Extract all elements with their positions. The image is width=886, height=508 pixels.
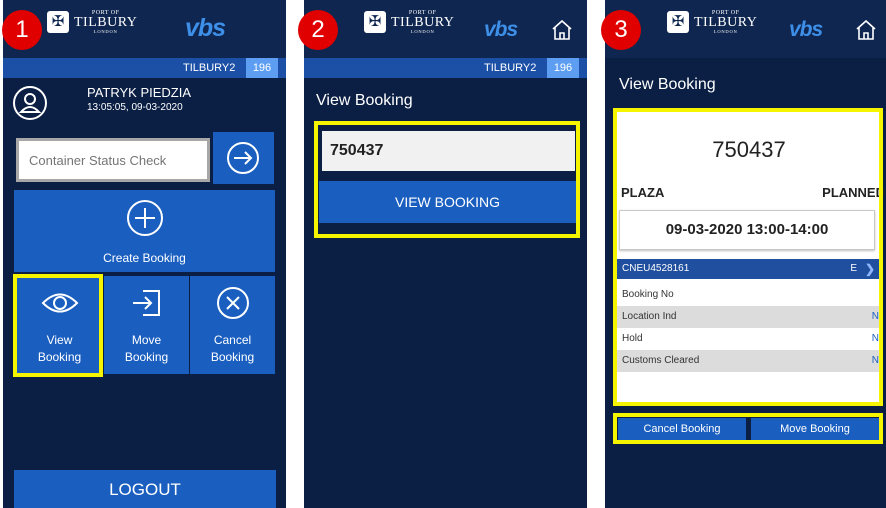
container-status-input[interactable] xyxy=(16,138,210,182)
eye-icon xyxy=(41,293,78,313)
view-booking-button[interactable]: View Booking xyxy=(16,276,103,374)
enter-box-icon xyxy=(132,290,160,316)
port-logo: ✠ PORT OF TILBURY LONDON xyxy=(667,10,757,35)
plus-circle-icon xyxy=(126,200,163,236)
detail-label: Hold xyxy=(622,333,643,344)
terminal-count: 196 xyxy=(547,58,579,78)
crest-icon: ✠ xyxy=(47,11,69,34)
detail-value: N xyxy=(871,311,879,322)
booking-number-input[interactable] xyxy=(322,131,575,171)
time-slot: 09-03-2020 13:00-14:00 xyxy=(619,210,875,250)
screen-view-booking-search: ✠ PORT OF TILBURY LONDON vbs TILBURY2 19… xyxy=(304,0,587,508)
step-badge-2: 2 xyxy=(298,10,338,50)
vbs-logo: vbs xyxy=(789,18,823,41)
vbs-logo: vbs xyxy=(484,18,518,41)
move-booking-button[interactable]: Move Booking xyxy=(104,276,189,374)
terminal-count: 196 xyxy=(246,58,278,78)
logo-line2: TILBURY xyxy=(694,15,758,30)
login-datetime: 13:05:05, 09-03-2020 xyxy=(87,102,183,113)
vbs-logo: vbs xyxy=(185,14,226,42)
booking-status: PLANNED xyxy=(822,185,885,200)
arrow-right-circle-icon xyxy=(227,142,259,174)
detail-row: Hold N xyxy=(617,328,881,350)
crest-icon: ✠ xyxy=(667,11,689,34)
cancel-booking-label-line1: Cancel xyxy=(213,333,252,347)
terminal-name: TILBURY2 xyxy=(183,62,236,74)
logout-button[interactable]: LOGOUT xyxy=(14,470,276,508)
status-check-go-button[interactable] xyxy=(213,132,274,184)
container-row[interactable]: CNEU4528161 E ❯ xyxy=(617,259,881,279)
logo-line2: TILBURY xyxy=(391,15,455,30)
move-booking-label-line1: Move xyxy=(131,333,162,347)
page-title: View Booking xyxy=(619,76,716,93)
terminal-name: TILBURY2 xyxy=(484,62,537,74)
home-icon[interactable] xyxy=(550,18,574,42)
logo-line3: LONDON xyxy=(410,29,435,34)
screen-booking-details: ✠ PORT OF TILBURY LONDON vbs View Bookin… xyxy=(605,0,886,508)
view-booking-label-line1: View xyxy=(46,333,73,347)
status-bar: TILBURY2 196 xyxy=(3,58,286,78)
detail-label: Booking No xyxy=(622,289,674,300)
chevron-right-icon[interactable]: ❯ xyxy=(865,259,875,279)
logo-line3: LONDON xyxy=(93,29,118,34)
crest-icon: ✠ xyxy=(364,11,386,34)
detail-value: N xyxy=(871,355,879,366)
app-header: ✠ PORT OF TILBURY LONDON vbs xyxy=(304,0,587,58)
port-logo: ✠ PORT OF TILBURY LONDON xyxy=(364,10,454,35)
create-booking-label: Create Booking xyxy=(103,251,186,265)
screen-home: ✠ PORT OF TILBURY LONDON vbs TILBURY2 19… xyxy=(3,0,286,508)
detail-row: Customs Cleared N xyxy=(617,350,881,372)
status-bar: TILBURY2 196 xyxy=(304,58,587,78)
booking-location: PLAZA xyxy=(621,185,665,200)
port-logo: ✠ PORT OF TILBURY LONDON xyxy=(47,10,137,35)
move-booking-label-line2: Booking xyxy=(124,350,169,364)
create-booking-button[interactable]: Create Booking xyxy=(14,190,275,272)
home-icon[interactable] xyxy=(854,18,878,42)
user-icon xyxy=(13,86,47,120)
booking-detail-card: 750437 PLAZA PLANNED 09-03-2020 13:00-14… xyxy=(617,112,885,402)
logo-line2: TILBURY xyxy=(74,15,138,30)
step-badge-1: 1 xyxy=(2,10,42,50)
cancel-booking-action-button[interactable]: Cancel Booking xyxy=(618,418,746,440)
booking-number: 750437 xyxy=(712,137,786,162)
view-booking-label-line2: Booking xyxy=(37,350,82,364)
container-number: CNEU4528161 xyxy=(622,263,690,274)
page-title: View Booking xyxy=(316,92,413,109)
detail-row: Booking No xyxy=(617,284,881,306)
x-circle-icon xyxy=(216,287,249,319)
app-header: ✠ PORT OF TILBURY LONDON vbs xyxy=(605,0,886,58)
user-name: PATRYK PIEDZIA xyxy=(87,85,192,100)
move-booking-action-button[interactable]: Move Booking xyxy=(751,418,879,440)
app-header: ✠ PORT OF TILBURY LONDON vbs xyxy=(3,0,286,58)
view-booking-submit-button[interactable]: VIEW BOOKING xyxy=(319,181,576,223)
container-type: E xyxy=(850,263,857,274)
step-badge-3: 3 xyxy=(601,10,641,50)
logo-line3: LONDON xyxy=(713,29,738,34)
detail-label: Location Ind xyxy=(622,311,677,322)
detail-label: Customs Cleared xyxy=(622,355,700,366)
cancel-booking-button[interactable]: Cancel Booking xyxy=(190,276,275,374)
detail-row: Location Ind N xyxy=(617,306,881,328)
detail-value: N xyxy=(871,333,879,344)
cancel-booking-label-line2: Booking xyxy=(210,350,255,364)
